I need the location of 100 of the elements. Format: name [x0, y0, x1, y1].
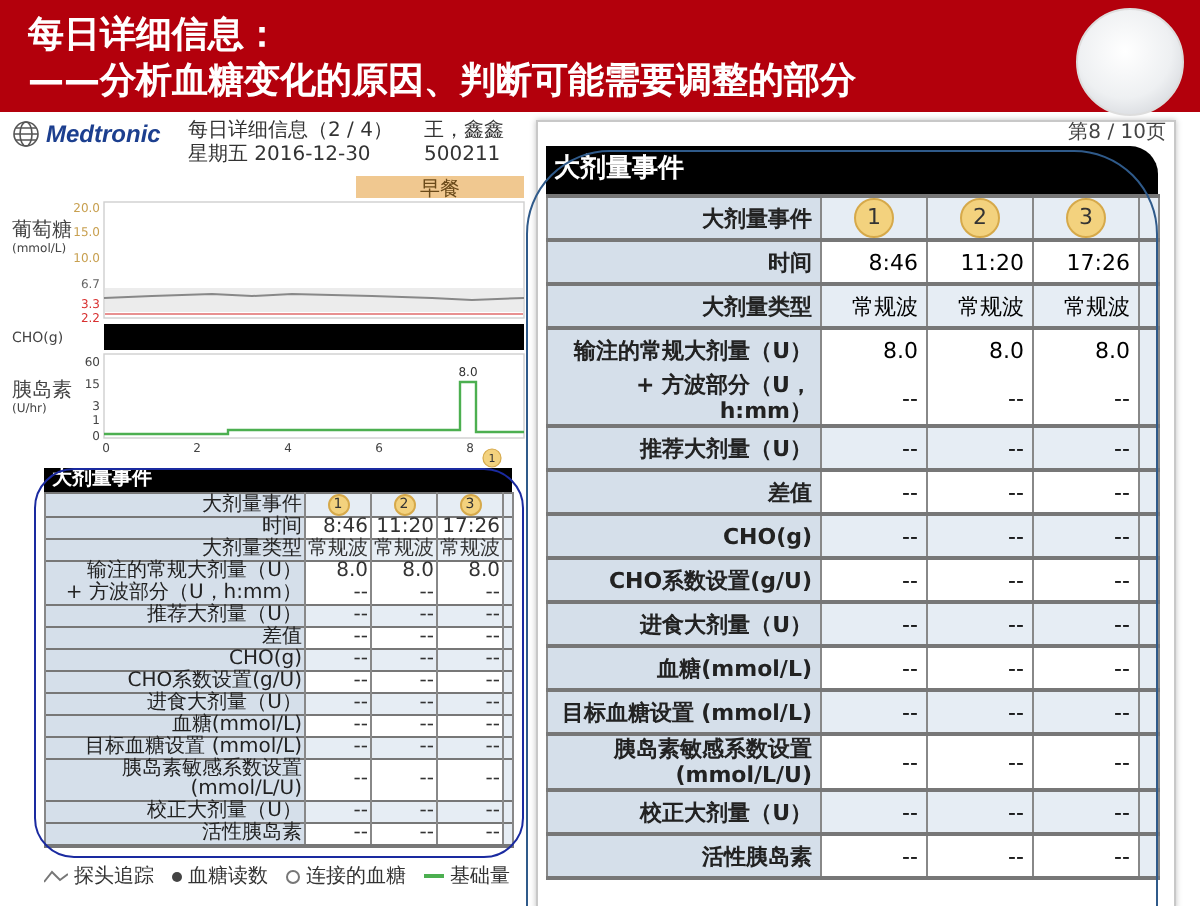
table-cell: --: [305, 715, 371, 737]
table-cell: --: [437, 737, 503, 759]
table-cell: --: [821, 514, 927, 558]
row-label: 推荐大剂量（U）: [45, 605, 305, 627]
table-cell: --: [305, 759, 371, 801]
table-cell: 常规波: [821, 284, 927, 328]
row-label: 血糖(mmol/L): [547, 646, 821, 690]
table-cell: --: [437, 649, 503, 671]
table-cell: --: [1033, 426, 1139, 470]
table-cell: 17:26: [1033, 240, 1139, 284]
row-label: 推荐大剂量（U）: [547, 426, 821, 470]
row-label: 胰岛素敏感系数设置(mmol/L/U): [547, 734, 821, 790]
table-cell: --: [927, 602, 1033, 646]
table-cell: --: [821, 790, 927, 834]
table-cell: --: [305, 693, 371, 715]
globe-icon: [12, 120, 40, 148]
table-cell: --: [927, 514, 1033, 558]
table-cell: --: [305, 823, 371, 846]
table-cell: --: [371, 715, 437, 737]
trace-icon: [44, 869, 68, 883]
table-cell: --: [1033, 470, 1139, 514]
event-number-badge: 2: [960, 198, 1000, 238]
row-label: 胰岛素敏感系数设置(mmol/L/U): [45, 759, 305, 801]
patient-id: 500211: [424, 144, 503, 168]
table-cell: --: [1033, 790, 1139, 834]
table-cell: --: [437, 605, 503, 627]
table-cell: --: [371, 627, 437, 649]
table-title: 大剂量事件: [546, 146, 1158, 194]
table-cell: --: [1033, 372, 1139, 426]
target-icon: [286, 869, 300, 883]
table-cell: 8.0: [371, 561, 437, 583]
row-label: CHO系数设置(g/U): [45, 671, 305, 693]
photo-placeholder: [1076, 8, 1184, 116]
table-cell: --: [821, 558, 927, 602]
table-cell: --: [1033, 514, 1139, 558]
dot-icon: [172, 871, 182, 881]
table-cell: --: [927, 734, 1033, 790]
table-cell: --: [1033, 558, 1139, 602]
row-label: 差值: [547, 470, 821, 514]
row-label: 活性胰岛素: [547, 834, 821, 878]
row-label: + 方波部分（U，h:mm）: [45, 583, 305, 605]
table-cell: --: [371, 737, 437, 759]
event-number-badge: 1: [854, 198, 894, 238]
row-label: 校正大剂量（U）: [547, 790, 821, 834]
row-label: 血糖(mmol/L): [45, 715, 305, 737]
table-cell: --: [1033, 646, 1139, 690]
row-label: 输注的常规大剂量（U）: [45, 561, 305, 583]
meal-label: 早餐: [420, 179, 460, 201]
table-cell: --: [371, 801, 437, 823]
table-cell: --: [821, 646, 927, 690]
table-cell: 8.0: [1033, 328, 1139, 372]
table-cell: --: [305, 671, 371, 693]
patient-name: 王，鑫鑫: [424, 120, 504, 144]
table-cell: --: [437, 823, 503, 846]
table-cell: --: [927, 372, 1033, 426]
table-cell: --: [821, 834, 927, 878]
row-label: 时间: [547, 240, 821, 284]
table-cell: --: [821, 690, 927, 734]
row-label: 时间: [45, 517, 305, 539]
table-cell: 常规波: [927, 284, 1033, 328]
table-cell: --: [821, 602, 927, 646]
table-cell: --: [437, 693, 503, 715]
row-label: CHO(g): [45, 649, 305, 671]
table-cell: --: [305, 605, 371, 627]
table-cell: --: [821, 372, 927, 426]
row-label: CHO(g): [547, 514, 821, 558]
axis-title: 葡萄糖: [12, 220, 72, 242]
table-cell: --: [437, 671, 503, 693]
table-cell: --: [927, 558, 1033, 602]
table-cell: 常规波: [305, 539, 371, 561]
axis-title: 胰岛素: [12, 380, 72, 402]
table-cell: 11:20: [371, 517, 437, 539]
row-label: 进食大剂量（U）: [45, 693, 305, 715]
table-cell: 8:46: [821, 240, 927, 284]
table-cell: 8.0: [437, 561, 503, 583]
table-cell: --: [1033, 602, 1139, 646]
page-number: 第8 / 10页: [1068, 122, 1166, 146]
row-label: 目标血糖设置 (mmol/L): [547, 690, 821, 734]
table-cell: --: [821, 426, 927, 470]
table-cell: --: [927, 470, 1033, 514]
legend-label: 探头追踪: [74, 863, 154, 890]
table-cell: --: [371, 605, 437, 627]
row-label: 输注的常规大剂量（U）: [547, 328, 821, 372]
row-label: 校正大剂量（U）: [45, 801, 305, 823]
row-label: + 方波部分（U，h:mm）: [547, 372, 821, 426]
table-cell: --: [371, 823, 437, 846]
report-date: 星期五 2016-12-30: [188, 144, 373, 168]
table-cell: 11:20: [927, 240, 1033, 284]
table-cell: --: [371, 649, 437, 671]
table-cell: --: [305, 737, 371, 759]
table-cell: --: [821, 470, 927, 514]
table-cell: 8.0: [305, 561, 371, 583]
row-label: CHO系数设置(g/U): [547, 558, 821, 602]
table-cell: --: [371, 671, 437, 693]
table-cell: --: [1033, 690, 1139, 734]
slide-title: ——分析血糖变化的原因、判断可能需要调整的部分: [28, 58, 856, 104]
table-cell: --: [371, 759, 437, 801]
table-cell: --: [437, 627, 503, 649]
table-cell: --: [927, 426, 1033, 470]
table-cell: --: [437, 759, 503, 801]
